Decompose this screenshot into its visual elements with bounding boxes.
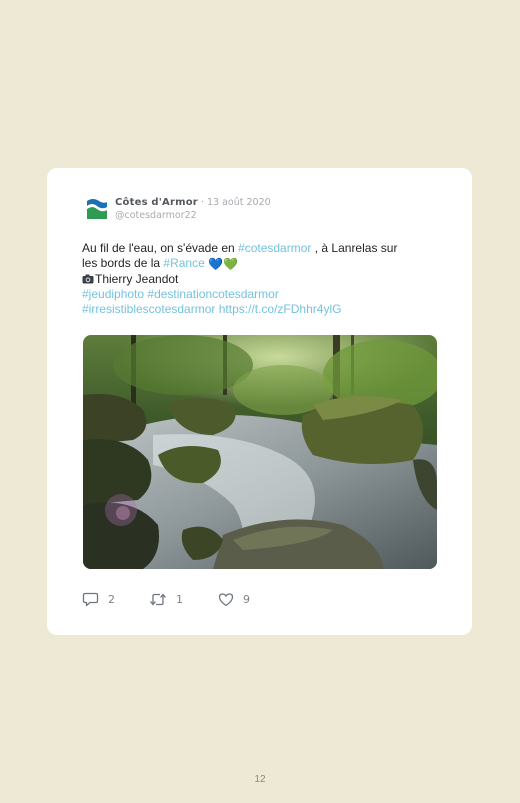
like-button[interactable]: 9 [218, 590, 250, 608]
hearts-emoji: 💙💚 [208, 257, 238, 271]
tweet-header: Côtes d'Armor · 13 août 2020 [115, 197, 271, 209]
tweet-link[interactable]: https://t.co/zFDhhr4ylG [219, 302, 342, 316]
author-name[interactable]: Côtes d'Armor [115, 197, 198, 208]
tweet-text-segment: Au fil de l'eau, on s'évade en [82, 241, 239, 255]
tweet-date[interactable]: 13 août 2020 [207, 197, 271, 208]
hashtag-irresistiblescotesdarmor[interactable]: #irresistiblescotesdarmor [82, 302, 215, 316]
tweet-text-line: #jeudiphoto #destinationcotesdarmor [82, 287, 442, 302]
photo-credit: Thierry Jeandot [95, 272, 179, 286]
heart-icon [218, 592, 234, 606]
retweet-icon [150, 592, 166, 606]
camera-icon [82, 274, 94, 284]
retweet-count: 1 [176, 592, 183, 606]
page-number: 12 [254, 774, 266, 785]
hashtag-rance[interactable]: #Rance [163, 256, 204, 270]
tweet-text-line: les bords de la #Rance 💙💚 [82, 256, 442, 272]
reply-icon [82, 592, 99, 606]
retweet-button[interactable]: 1 [149, 590, 183, 608]
photo-credit-line: Thierry Jeandot [82, 272, 442, 287]
tweet-text-segment: , à Lanrelas sur [311, 241, 398, 255]
hashtag-cotesdarmor[interactable]: #cotesdarmor [238, 241, 311, 255]
tweet-text-line: Au fil de l'eau, on s'évade en #cotesdar… [82, 241, 442, 256]
reply-count: 2 [108, 592, 115, 606]
tweet-text-line: #irresistiblescotesdarmor https://t.co/z… [82, 302, 442, 317]
reply-button[interactable]: 2 [82, 590, 115, 608]
tweet-text: Au fil de l'eau, on s'évade en #cotesdar… [82, 241, 442, 317]
tweet-photo[interactable] [83, 335, 437, 569]
header-separator: · [197, 197, 207, 208]
tweet-text-segment: les bords de la [82, 256, 164, 270]
tweet-card: Côtes d'Armor · 13 août 2020 @cotesdarmo… [47, 168, 472, 635]
hashtag-jeudiphoto[interactable]: #jeudiphoto [82, 287, 144, 301]
tweet-actions: 2 1 9 [82, 590, 282, 608]
like-count: 9 [243, 592, 250, 606]
author-handle[interactable]: @cotesdarmor22 [115, 210, 197, 222]
cotes-darmor-logo-icon[interactable] [85, 197, 109, 223]
hashtag-destinationcotesdarmor[interactable]: #destinationcotesdarmor [147, 287, 278, 301]
